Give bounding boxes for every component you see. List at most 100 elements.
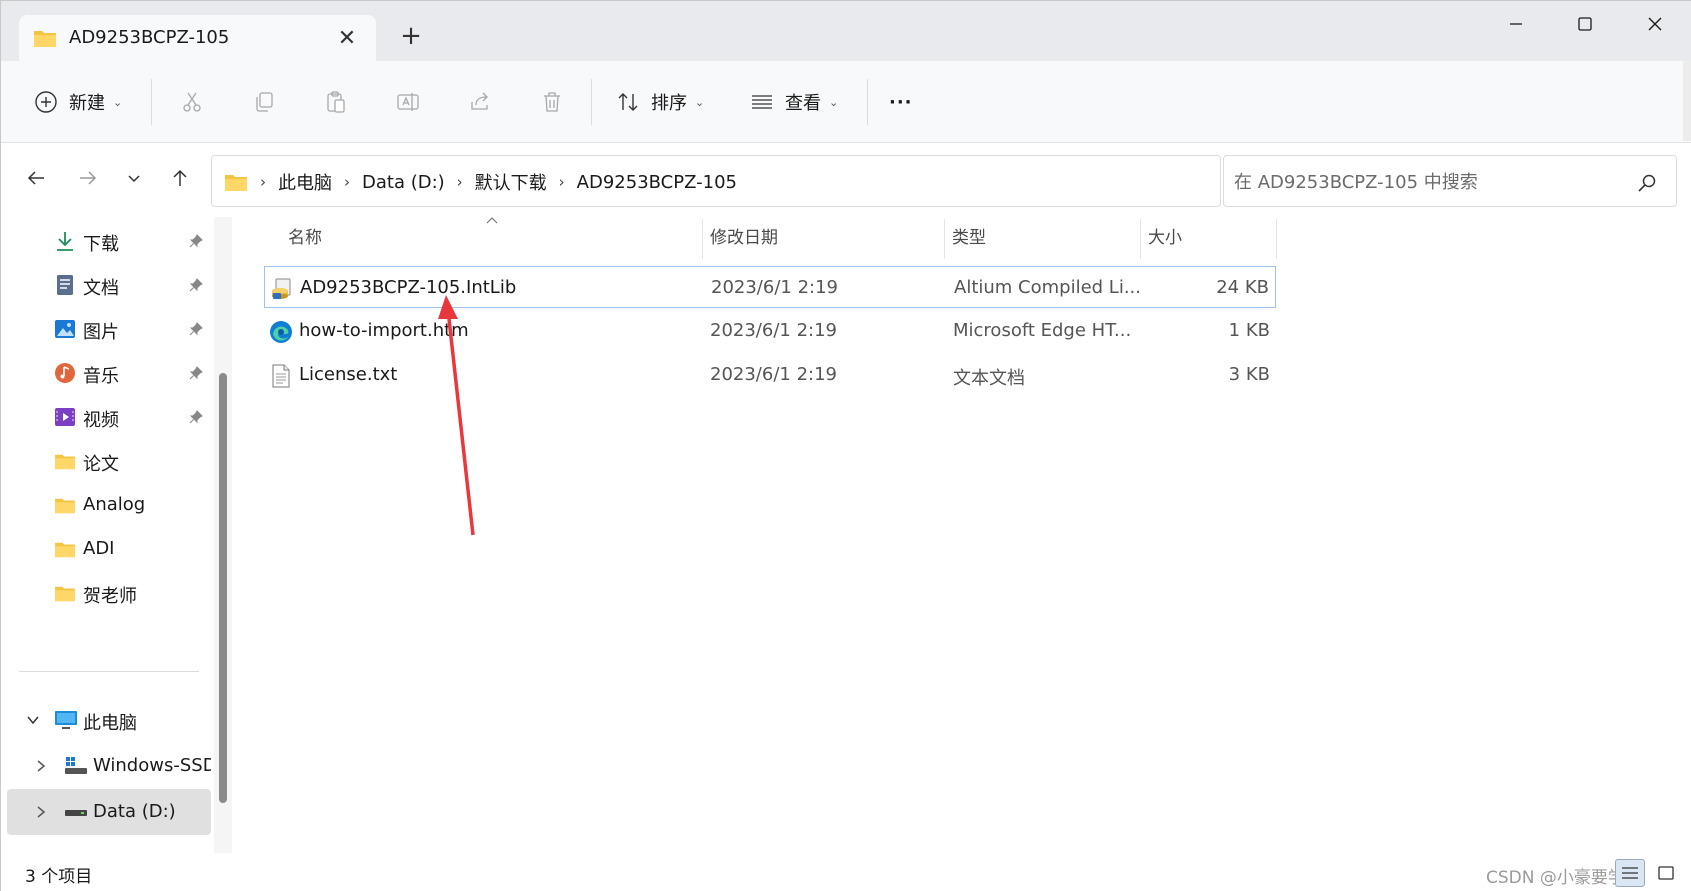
file-row[interactable]: AD9253BCPZ-105.IntLib 2023/6/1 2:19 Alti… [264,266,1276,308]
file-row[interactable]: License.txt 2023/6/1 2:19 文本文档 3 KB [264,354,1276,396]
sidebar-item-papers[interactable]: 论文 [1,439,211,483]
up-button[interactable] [163,161,197,195]
sidebar-item-pictures[interactable]: 图片 [1,307,211,351]
sidebar-item-label: ADI [83,538,115,559]
column-divider[interactable] [702,219,703,259]
sidebar-divider [19,671,199,672]
sidebar-item-downloads[interactable]: 下载 [1,219,211,263]
file-row[interactable]: how-to-import.htm 2023/6/1 2:19 Microsof… [264,310,1276,352]
search-box[interactable] [1223,155,1677,207]
folder-icon [33,28,57,52]
sort-ascending-icon [484,213,500,227]
column-divider[interactable] [944,219,945,259]
new-button[interactable]: 新建 ⌄ [33,83,122,121]
cut-icon [179,89,205,115]
column-divider[interactable] [1140,219,1141,259]
video-icon [53,405,77,429]
rename-icon [395,89,421,115]
file-explorer-window: AD9253BCPZ-105 ✕ + 新建 ⌄ 排序 ⌄ 查看 ⌄ ··· › … [0,0,1691,891]
rename-button[interactable] [395,83,421,121]
tree-item-label: Data (D:) [93,801,176,822]
column-header-label: 类型 [952,227,986,248]
sort-button[interactable]: 排序 ⌄ [615,83,704,121]
cut-button[interactable] [179,83,205,121]
pin-icon[interactable] [187,276,205,294]
windows-drive-icon [63,753,89,779]
search-icon[interactable] [1634,170,1660,196]
recent-locations-button[interactable] [117,161,151,195]
edge-icon [268,319,294,345]
details-view-icon [1622,867,1638,879]
breadcrumb-this-pc[interactable]: 此电脑 [278,169,332,195]
sidebar-item-documents[interactable]: 文档 [1,263,211,307]
sidebar-item-music[interactable]: 音乐 [1,351,211,395]
sort-label: 排序 [651,93,687,114]
scrollbar-thumb[interactable] [219,373,227,803]
copy-button[interactable] [251,83,277,121]
file-size: 24 KB [1216,277,1269,298]
sidebar-item-videos[interactable]: 视频 [1,395,211,439]
tree-item-windows-ssd[interactable]: Windows-SSD [7,743,211,789]
folder-icon [53,537,77,561]
pin-icon[interactable] [187,408,205,426]
search-input[interactable] [1234,168,1624,196]
tab-ad9253bcpz-105[interactable]: AD9253BCPZ-105 ✕ [19,15,376,61]
chevron-down-icon: ⌄ [829,95,839,109]
new-tab-button[interactable]: + [397,21,425,51]
tiles-view-button[interactable] [1651,859,1681,887]
back-button[interactable] [19,161,53,195]
sidebar-item-adi[interactable]: ADI [1,527,211,571]
details-view-button[interactable] [1615,859,1645,887]
chevron-down-icon: ⌄ [695,95,705,109]
column-header-name[interactable]: 名称 [288,213,322,257]
tree-item-label: Windows-SSD [93,755,211,776]
column-divider[interactable] [1276,219,1277,259]
file-type: Altium Compiled Li... [954,277,1141,298]
sidebar-item-label: 音乐 [83,366,119,387]
chevron-right-icon[interactable] [31,756,51,776]
share-button[interactable] [467,83,493,121]
sidebar-item-label: 图片 [83,322,119,343]
toolbar-divider [151,79,152,125]
breadcrumb-separator: › [456,173,463,191]
copy-icon [251,89,277,115]
breadcrumb-current-folder[interactable]: AD9253BCPZ-105 [577,172,737,193]
sidebar-scrollbar[interactable] [214,217,232,853]
chevron-down-icon[interactable] [23,710,43,730]
chevron-down-icon [128,175,140,183]
column-header-modified[interactable]: 修改日期 [710,213,778,257]
folder-icon [53,581,77,605]
window-edge-scrollbar [1683,61,1691,141]
breadcrumb-separator: › [260,173,266,191]
tree-item-data-drive[interactable]: Data (D:) [7,789,211,835]
pin-icon[interactable] [187,320,205,338]
column-header-type[interactable]: 类型 [952,213,986,257]
pin-icon[interactable] [187,232,205,250]
breadcrumb-data-drive[interactable]: Data (D:) [362,172,445,193]
maximize-button[interactable] [1555,7,1615,41]
chevron-right-icon[interactable] [31,802,51,822]
sidebar-item-teacher-he[interactable]: 贺老师 [1,571,211,615]
folder-icon [53,449,77,473]
minimize-button[interactable] [1486,7,1546,41]
breadcrumb-default-downloads[interactable]: 默认下载 [475,169,547,195]
column-header-size[interactable]: 大小 [1148,213,1182,257]
tree-item-this-pc[interactable]: 此电脑 [7,697,211,743]
file-name: how-to-import.htm [299,320,469,341]
music-icon [53,361,77,385]
forward-button[interactable] [71,161,105,195]
pin-icon[interactable] [187,364,205,382]
more-options-button[interactable]: ··· [889,83,913,121]
paste-button[interactable] [323,83,349,121]
arrow-right-icon [80,171,97,185]
paste-icon [323,89,349,115]
view-button[interactable]: 查看 ⌄ [749,83,838,121]
navigation-pane: 下载 文档 图片 音乐 视频 论文 Analog ADI 贺老师 此电脑 Win… [1,213,234,853]
share-icon [467,89,493,115]
address-bar[interactable]: › 此电脑 › Data (D:) › 默认下载 › AD9253BCPZ-10… [211,155,1395,207]
sidebar-item-analog[interactable]: Analog [1,483,211,527]
close-tab-icon[interactable]: ✕ [333,24,361,52]
sidebar-item-label: 论文 [83,454,119,475]
close-window-button[interactable] [1625,7,1685,41]
delete-button[interactable] [539,83,565,121]
